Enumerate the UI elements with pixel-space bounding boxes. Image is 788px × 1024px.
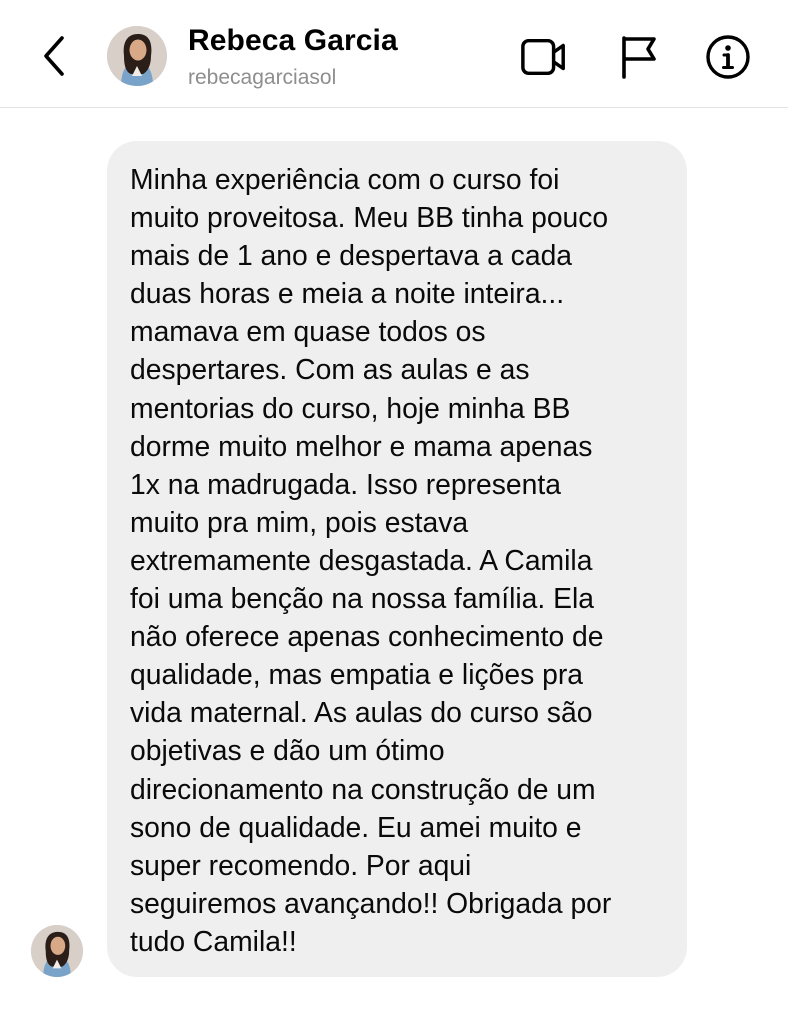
- chat-header: Rebeca Garcia rebecagarciasol: [0, 0, 788, 108]
- contact-username[interactable]: rebecagarciasol: [188, 66, 336, 90]
- sender-avatar[interactable]: [31, 925, 83, 977]
- message-bubble[interactable]: Minha experiência com o curso foi muito …: [107, 141, 687, 977]
- flag-icon: [622, 36, 656, 79]
- contact-name[interactable]: Rebeca Garcia: [188, 24, 398, 58]
- message-text: Minha experiência com o curso foi muito …: [130, 163, 612, 957]
- contact-avatar[interactable]: [107, 26, 167, 86]
- back-button[interactable]: [34, 34, 74, 78]
- report-button[interactable]: [614, 34, 662, 80]
- video-call-button[interactable]: [520, 34, 568, 80]
- info-button[interactable]: [704, 34, 752, 80]
- video-camera-icon: [521, 38, 565, 76]
- chevron-left-icon: [44, 36, 64, 76]
- info-circle-icon: [706, 35, 750, 79]
